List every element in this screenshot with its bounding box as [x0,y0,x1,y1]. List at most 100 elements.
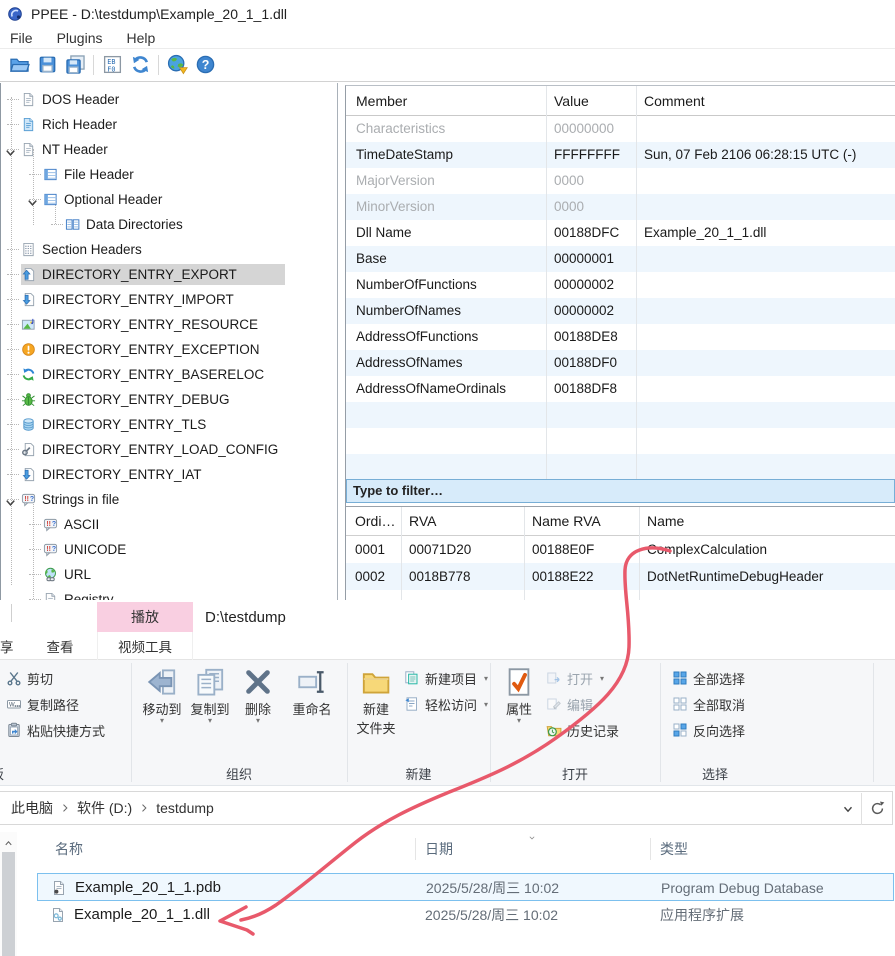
column-header-name[interactable]: 名称 [55,832,83,866]
tree-item-directory-entry-tls[interactable]: DIRECTORY_ENTRY_TLS [1,412,338,437]
tab-share-partial[interactable]: 享 [0,632,16,660]
member-row[interactable]: NumberOfNames00000002 [346,298,895,324]
button-label: 全部取消 [693,695,745,714]
ribbon-properties-button[interactable]: 属性 ▾ [497,664,541,742]
column-header-comment[interactable]: Comment [644,86,894,116]
tree-item-directory-entry-iat[interactable]: DIRECTORY_ENTRY_IAT [1,462,338,487]
ribbon-invert-selection-button[interactable]: 反向选择 [672,718,745,742]
spool-icon [21,417,36,432]
ribbon-history-button[interactable]: 历史记录 [546,718,619,742]
breadcrumb-testdump[interactable]: testdump [156,800,214,816]
toolbar-separator [93,55,94,75]
toolbar-hex-bytes-button[interactable] [98,51,126,77]
member-row[interactable] [346,454,895,480]
tree-guide-stub [7,399,19,400]
tree-item-file-header[interactable]: File Header [1,162,338,187]
member-row[interactable]: NumberOfFunctions00000002 [346,272,895,298]
ribbon-rename-button[interactable]: 重命名 [284,664,340,742]
expander-icon[interactable] [3,494,15,506]
toolbar-help-button[interactable] [191,51,219,77]
ribbon-copy-path-button[interactable]: 复制路径 [6,692,79,716]
tree-item-directory-entry-load-config[interactable]: DIRECTORY_ENTRY_LOAD_CONFIG [1,437,338,462]
tab-view[interactable]: 查看 [38,632,82,660]
toolbar-save-all-button[interactable] [61,51,89,77]
menu-help[interactable]: Help [126,30,155,46]
refresh-icon[interactable] [869,800,886,817]
member-row[interactable] [346,428,895,454]
export-row-complexcalculation[interactable]: 000100071D2000188E0FComplexCalculation [346,536,895,563]
ribbon-paste-shortcut-button[interactable]: 粘贴快捷方式 [6,718,105,742]
toolbar-update-button[interactable] [163,51,191,77]
address-bar[interactable]: 此电脑 软件 (D:) testdump [0,791,893,825]
ribbon-select-all-button[interactable]: 全部选择 [672,666,745,690]
member-row[interactable] [346,402,895,428]
column-header-rva[interactable]: RVA [409,507,519,536]
column-header-value[interactable]: Value [554,86,634,116]
tree-item-directory-entry-export[interactable]: DIRECTORY_ENTRY_EXPORT [1,262,338,287]
ribbon-copy-to-button[interactable]: 复制到 ▾ [187,664,233,742]
column-header-name[interactable]: Name [647,507,892,536]
ribbon-select-none-button[interactable]: 全部取消 [672,692,745,716]
tree-item-rich-header[interactable]: Rich Header [1,112,338,137]
tree-item-unicode[interactable]: UNICODE [1,537,338,562]
tab-play[interactable]: 播放 [97,602,193,632]
toolbar-save-button[interactable] [33,51,61,77]
toolbar-open-file-button[interactable] [5,51,33,77]
column-header-name-rva[interactable]: Name RVA [532,507,634,536]
ribbon-open-button[interactable]: 打开 ▾ [546,666,604,690]
member-row[interactable]: AddressOfFunctions00188DE8 [346,324,895,350]
expander-icon[interactable] [3,144,15,156]
filter-input[interactable]: Type to filter… [346,479,895,503]
member-row[interactable]: Base00000001 [346,246,895,272]
file-row-example-20-1-1-pdb[interactable]: Example_20_1_1.pdb2025/5/28/周三 10:02Prog… [37,873,894,901]
ribbon-delete-button[interactable]: 删除 ▾ [237,664,279,742]
tree-item-optional-header[interactable]: Optional Header [1,187,338,212]
member-row[interactable]: Dll Name00188DFCExample_20_1_1.dll [346,220,895,246]
menu-plugins[interactable]: Plugins [57,30,103,46]
breadcrumb-drive-d[interactable]: 软件 (D:) [77,798,132,818]
tree-item-directory-entry-exception[interactable]: DIRECTORY_ENTRY_EXCEPTION [1,337,338,362]
ribbon-cut-button[interactable]: 剪切 [6,666,53,690]
export-row-dotnetruntimedebugheader[interactable]: 00020018B77800188E22DotNetRuntimeDebugHe… [346,563,895,590]
tree-item-directory-entry-debug[interactable]: DIRECTORY_ENTRY_DEBUG [1,387,338,412]
scrollbar-thumb[interactable] [2,852,15,956]
member-row[interactable]: AddressOfNameOrdinals00188DF8 [346,376,895,402]
menu-file[interactable]: File [10,30,33,46]
tree-item-directory-entry-import[interactable]: DIRECTORY_ENTRY_IMPORT [1,287,338,312]
tree-item-strings-in-file[interactable]: Strings in file [1,487,338,512]
tree-item-ascii[interactable]: ASCII [1,512,338,537]
tree-item-registry[interactable]: Registry [1,587,338,600]
toolbar-refresh-button[interactable] [126,51,154,77]
tree-item-url[interactable]: URL [1,562,338,587]
ppee-detail-panel: Member Value Comment Characteristics0000… [345,85,895,600]
column-header-ordinal[interactable]: Ordi… [355,507,397,536]
breadcrumb-this-pc[interactable]: 此电脑 [11,798,53,818]
file-row-example-20-1-1-dll[interactable]: Example_20_1_1.dll2025/5/28/周三 10:02应用程序… [37,901,894,929]
member-row[interactable]: MinorVersion0000 [346,194,895,220]
tree-item-label: DIRECTORY_ENTRY_RESOURCE [42,317,258,332]
chevron-right-icon [59,802,71,814]
tree-item-section-headers[interactable]: Section Headers [1,237,338,262]
ribbon-new-item-button[interactable]: 新建项目 ▾ [404,666,488,690]
ribbon-move-to-button[interactable]: 移动到 ▾ [139,664,185,742]
column-header-date[interactable]: 日期 [425,832,453,866]
tab-video-tools[interactable]: 视频工具 [97,632,193,660]
member-row[interactable]: MajorVersion0000 [346,168,895,194]
expander-icon[interactable] [25,194,37,206]
tree-item-directory-entry-resource[interactable]: DIRECTORY_ENTRY_RESOURCE [1,312,338,337]
column-header-type[interactable]: 类型 [660,832,688,866]
tree-item-dos-header[interactable]: DOS Header [1,87,338,112]
member-row[interactable]: TimeDateStampFFFFFFFFSun, 07 Feb 2106 06… [346,142,895,168]
tree-item-nt-header[interactable]: NT Header [1,137,338,162]
address-dropdown-icon[interactable] [841,802,855,816]
member-row[interactable]: AddressOfNames00188DF0 [346,350,895,376]
file-list: 名称 日期 类型 Example_20_1_1.pdb2025/5/28/周三 … [0,832,895,956]
member-row[interactable]: Characteristics00000000 [346,116,895,142]
ribbon-edit-button[interactable]: 编辑 [546,692,593,716]
page-grid-icon [21,242,36,257]
ribbon-new-folder-button[interactable]: 新建 文件夹 [352,664,400,742]
tree-item-directory-entry-basereloc[interactable]: DIRECTORY_ENTRY_BASERELOC [1,362,338,387]
tree-item-data-directories[interactable]: Data Directories [1,212,338,237]
ribbon-easy-access-button[interactable]: 轻松访问 ▾ [404,692,488,716]
column-header-member[interactable]: Member [356,86,542,116]
